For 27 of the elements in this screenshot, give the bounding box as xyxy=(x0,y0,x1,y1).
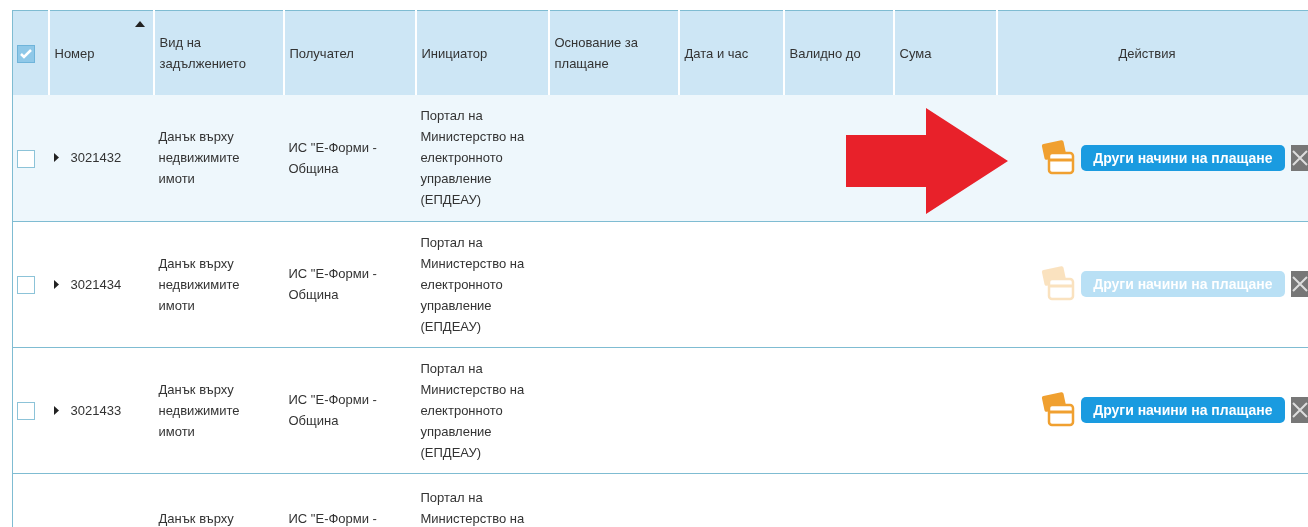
table-cell-text: 3021434 xyxy=(70,275,122,294)
credit-card-icon[interactable] xyxy=(1041,392,1076,428)
table-row[interactable]: 3021433 Данък върху недвижимите имоти ИС "Е-Форми - Община Портал на Министерство на електронното управление (ЕПДЕАУ) Други начини на плащане xyxy=(12,347,1308,473)
table-cell: ИС "Е-Форми - Община xyxy=(288,392,377,428)
row-checkbox[interactable] xyxy=(17,402,35,421)
table-cell: ИС "Е-Форми - Община xyxy=(288,266,377,302)
expand-icon[interactable] xyxy=(53,153,59,163)
table-cell: ИС "Е-Форми - Община xyxy=(288,139,377,176)
table-cell: Данък върху xyxy=(158,511,234,526)
table-cell: Портал на Министерство на xyxy=(420,490,525,526)
table-cell: Данък върху недвижимите имоти xyxy=(158,381,240,439)
close-button[interactable] xyxy=(1290,144,1308,171)
row-checkbox[interactable] xyxy=(17,149,35,168)
column-header[interactable]: Номер xyxy=(54,42,95,64)
table-cell: Данък върху недвижимите имоти xyxy=(158,255,240,313)
table-cell: Портал на Министерство на електронното управление (ЕПДЕАУ) xyxy=(420,108,525,208)
table-cell: Портал на Министерство на електронното управление (ЕПДЕАУ) xyxy=(420,360,525,460)
select-all-checkbox[interactable] xyxy=(17,45,35,64)
table-cell: ИС "Е-Форми - xyxy=(288,511,377,526)
table-cell-text: 3021432 xyxy=(70,149,122,168)
table-cell: Портал на Министерство на електронното управление (ЕПДЕАУ) xyxy=(420,234,525,334)
credit-card-icon[interactable] xyxy=(1041,139,1076,176)
expand-icon[interactable] xyxy=(53,405,59,415)
table-cell-text: 3021433 xyxy=(70,401,122,420)
close-button[interactable] xyxy=(1290,397,1308,423)
table-row[interactable]: 3021432 Данък върху недвижимите имоти ИС "Е-Форми - Община Портал на Министерство на електронното управление (ЕПДЕАУ) Други начини на плащане xyxy=(12,95,1308,221)
table-cell: Данък върху недвижимите имоти xyxy=(158,129,240,187)
